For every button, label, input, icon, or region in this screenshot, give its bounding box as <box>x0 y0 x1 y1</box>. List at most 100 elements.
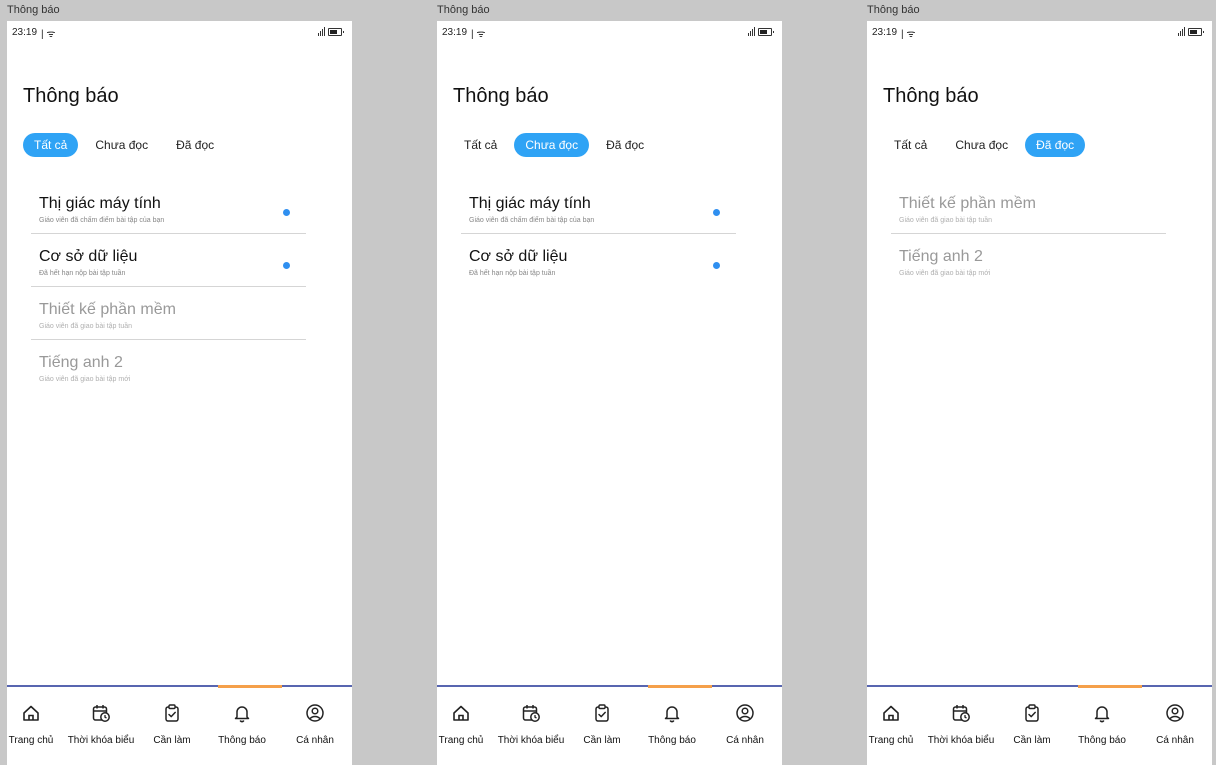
bottom-navigation: Trang chủ Thời khóa biểu Cần làm Thông báo C… <box>7 685 352 765</box>
nav-item-user-circle[interactable]: Cá nhân <box>718 687 772 763</box>
status-time: 23:19 <box>442 27 468 38</box>
nav-label: Cần làm <box>1013 735 1051 746</box>
notification-list: Thị giác máy tính Giáo viên đã chấm điểm … <box>31 181 306 392</box>
notification-list: Thiết kế phần mềm Giáo viên đã giao bài t… <box>891 181 1166 286</box>
nav-item-clipboard-check[interactable]: Cần làm <box>1005 687 1059 763</box>
notification-title: Thị giác máy tính <box>469 195 591 212</box>
tab-read[interactable]: Đã đọc <box>165 133 225 157</box>
phone-frame: Thông báo 23:19 | ᯤ Thông báo Tất cả Chưa đọc… <box>867 0 1212 765</box>
page-title: Thông báo <box>453 85 549 107</box>
notification-description: Giáo viên đã giao bài tập tuần <box>899 217 993 224</box>
notification-item[interactable]: Thị giác máy tính Giáo viên đã chấm điểm … <box>31 181 306 234</box>
notification-description: Giáo viên đã giao bài tập tuần <box>39 323 133 330</box>
tab-unread[interactable]: Chưa đọc <box>514 133 590 157</box>
nav-item-home[interactable]: Trang chủ <box>8 687 54 763</box>
status-time: 23:19 <box>12 27 38 38</box>
tab-all[interactable]: Tất cả <box>23 133 79 157</box>
notification-title: Thiết kế phần mềm <box>899 195 1036 212</box>
nav-item-calendar-clock[interactable]: Thời khóa biểu <box>487 687 575 763</box>
nav-item-clipboard-check[interactable]: Cần làm <box>575 687 629 763</box>
notification-item[interactable]: Tiếng anh 2 Giáo viên đã giao bài tập mới <box>31 340 306 392</box>
clipboard-check-icon <box>595 704 609 722</box>
battery-icon <box>758 27 774 36</box>
status-time: 23:19 <box>872 27 898 38</box>
bottom-navigation: Trang chủ Thời khóa biểu Cần làm Thông báo C… <box>437 685 782 765</box>
tab-unread[interactable]: Chưa đọc <box>84 133 159 157</box>
nav-item-home[interactable]: Trang chủ <box>868 687 914 763</box>
user-circle-icon <box>736 704 754 722</box>
nav-label: Thông báo <box>218 735 266 746</box>
tab-unread[interactable]: Chưa đọc <box>944 133 1019 157</box>
notification-description: Giáo viên đã giao bài tập mới <box>899 270 991 277</box>
notification-item[interactable]: Thiết kế phần mềm Giáo viên đã giao bài t… <box>31 287 306 340</box>
tab-all[interactable]: Tất cả <box>453 133 508 157</box>
status-bar: 23:19 | ᯤ <box>867 27 1212 40</box>
phone-screen: 23:19 | ᯤ Thông báo Tất cả Chưa đọc Đã đọc Thị… <box>437 21 782 765</box>
unread-dot-icon <box>283 209 290 216</box>
clipboard-check-icon <box>1025 704 1039 722</box>
notification-item[interactable]: Thiết kế phần mềm Giáo viên đã giao bài t… <box>891 181 1166 234</box>
status-bar: 23:19 | ᯤ <box>7 27 352 40</box>
nav-label: Thông báo <box>648 735 696 746</box>
nav-item-user-circle[interactable]: Cá nhân <box>1148 687 1202 763</box>
nav-item-clipboard-check[interactable]: Cần làm <box>145 687 199 763</box>
home-icon <box>453 705 469 721</box>
nav-item-bell[interactable]: Thông báo <box>1072 687 1132 763</box>
calendar-clock-icon <box>952 705 970 722</box>
user-circle-icon <box>306 704 324 722</box>
notification-list: Thị giác máy tính Giáo viên đã chấm điểm … <box>461 181 736 286</box>
phone-frame: Thông báo 23:19 | ᯤ Thông báo Tất cả Chưa đọc… <box>7 0 352 765</box>
notification-title: Cơ sở dữ liệu <box>39 248 138 265</box>
nav-item-calendar-clock[interactable]: Thời khóa biểu <box>917 687 1005 763</box>
phone-screen: 23:19 | ᯤ Thông báo Tất cả Chưa đọc Đã đọc Thị… <box>7 21 352 765</box>
user-circle-icon <box>1166 704 1184 722</box>
notification-item[interactable]: Cơ sở dữ liệu Đã hết hạn nộp bài tập tuần <box>31 234 306 287</box>
notification-title: Cơ sở dữ liệu <box>469 248 568 265</box>
battery-icon <box>1188 27 1204 36</box>
calendar-clock-icon <box>522 705 540 722</box>
wifi-icon: | ᯤ <box>471 29 486 40</box>
signal-icon <box>318 27 325 36</box>
nav-item-user-circle[interactable]: Cá nhân <box>288 687 342 763</box>
nav-item-home[interactable]: Trang chủ <box>438 687 484 763</box>
bell-icon <box>664 706 680 723</box>
nav-label: Trang chủ <box>438 735 484 746</box>
filter-tabs: Tất cả Chưa đọc Đã đọc <box>883 133 1091 157</box>
phone-screen: 23:19 | ᯤ Thông báo Tất cả Chưa đọc Đã đọc Thi… <box>867 21 1212 765</box>
notification-title: Thiết kế phần mềm <box>39 301 176 318</box>
nav-label: Cần làm <box>153 735 191 746</box>
notification-item[interactable]: Tiếng anh 2 Giáo viên đã giao bài tập mới <box>891 234 1166 286</box>
phone-frame: Thông báo 23:19 | ᯤ Thông báo Tất cả Chưa đọc… <box>437 0 782 765</box>
notification-description: Giáo viên đã giao bài tập mới <box>39 376 131 383</box>
nav-label: Thông báo <box>1078 735 1126 746</box>
bottom-navigation: Trang chủ Thời khóa biểu Cần làm Thông báo C… <box>867 685 1212 765</box>
signal-icon <box>748 27 755 36</box>
notification-description: Giáo viên đã chấm điểm bài tập của bạn <box>39 217 165 224</box>
notification-title: Tiếng anh 2 <box>899 248 983 265</box>
wifi-icon: | ᯤ <box>901 29 916 40</box>
nav-label: Cần làm <box>583 735 621 746</box>
tab-read[interactable]: Đã đọc <box>595 133 655 157</box>
unread-dot-icon <box>283 262 290 269</box>
home-icon <box>23 705 39 721</box>
notification-description: Giáo viên đã chấm điểm bài tập của bạn <box>469 217 595 224</box>
unread-dot-icon <box>713 209 720 216</box>
nav-label: Cá nhân <box>296 735 334 746</box>
notification-item[interactable]: Thị giác máy tính Giáo viên đã chấm điểm … <box>461 181 736 234</box>
nav-item-bell[interactable]: Thông báo <box>642 687 702 763</box>
nav-item-calendar-clock[interactable]: Thời khóa biểu <box>57 687 145 763</box>
frame-label: Thông báo <box>867 4 920 16</box>
signal-icon <box>1178 27 1185 36</box>
nav-label: Thời khóa biểu <box>927 735 995 746</box>
page-title: Thông báo <box>23 85 119 107</box>
notification-description: Đã hết hạn nộp bài tập tuần <box>39 270 126 277</box>
bell-icon <box>234 706 250 723</box>
tab-read[interactable]: Đã đọc <box>1025 133 1086 157</box>
notification-title: Thị giác máy tính <box>39 195 161 212</box>
calendar-clock-icon <box>92 705 110 722</box>
nav-item-bell[interactable]: Thông báo <box>212 687 272 763</box>
notification-item[interactable]: Cơ sở dữ liệu Đã hết hạn nộp bài tập tuần <box>461 234 736 286</box>
notification-description: Đã hết hạn nộp bài tập tuần <box>469 270 556 277</box>
tab-all[interactable]: Tất cả <box>883 133 938 157</box>
bell-icon <box>1094 706 1110 723</box>
